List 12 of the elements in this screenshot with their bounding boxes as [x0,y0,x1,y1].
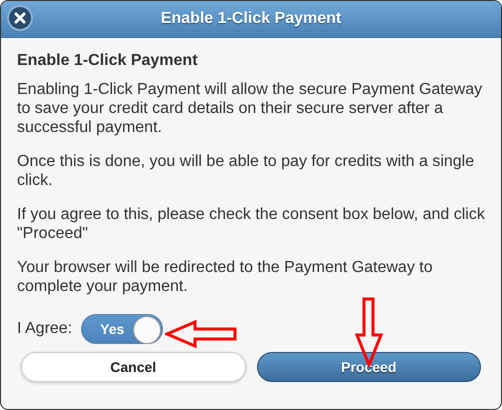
consent-toggle[interactable]: Yes [81,314,164,344]
paragraph: Enabling 1-Click Payment will allow the secure Payment Gateway to save your credit card details on their secure server after a successful payment. [17,80,484,137]
proceed-button[interactable]: Proceed [256,352,481,382]
dialog-heading: Enable 1-Click Payment [17,52,199,70]
agree-label: I Agree: [17,320,72,338]
annotation-arrow [165,319,237,349]
close-button[interactable] [7,5,33,31]
paragraph: Once this is done, you will be able to pay for credits with a single click. [17,152,476,190]
paragraph: Your browser will be redirected to the Payment Gateway to complete your payment. [17,258,434,296]
cancel-button[interactable]: Cancel [21,352,246,382]
window-title: Enable 1-Click Payment [160,10,342,28]
paragraph: If you agree to this, please check the consent box below, and click "Proceed" [17,205,485,243]
